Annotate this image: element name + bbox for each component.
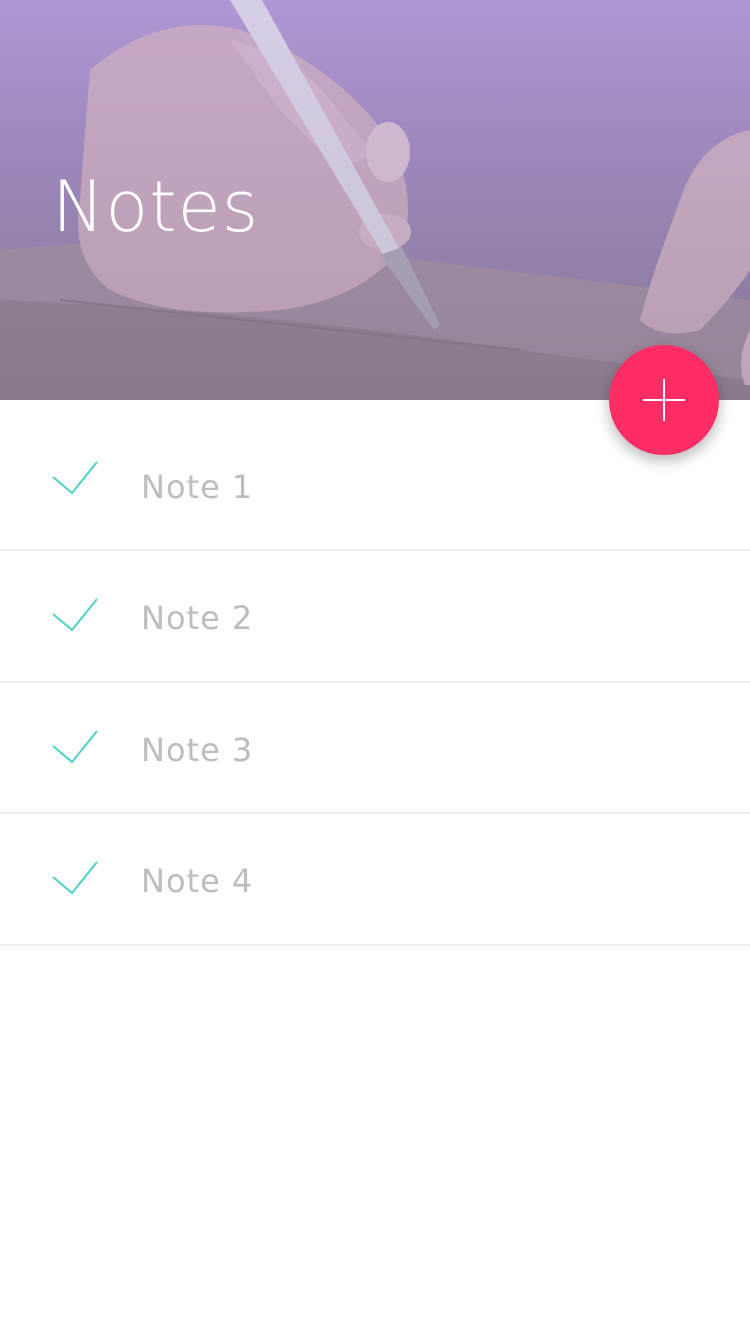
add-note-button[interactable] — [609, 345, 719, 455]
note-label: Note 1 — [141, 468, 254, 506]
check-icon — [52, 861, 98, 895]
header-banner: Notes — [0, 0, 750, 400]
check-icon — [52, 598, 98, 632]
check-icon — [52, 729, 98, 763]
note-label: Note 4 — [141, 862, 254, 900]
note-label: Note 2 — [141, 599, 254, 637]
page-title: Notes — [52, 166, 260, 248]
note-row[interactable]: Note 4 — [0, 814, 750, 946]
note-label: Note 3 — [141, 730, 254, 769]
notes-list: Note 1 Note 2 Note 3 Note 4 — [0, 400, 750, 946]
check-icon — [52, 461, 98, 495]
notes-screen: Notes Note 1 Note 2 Note 3 Note 4 — [0, 0, 750, 1335]
plus-icon — [643, 379, 685, 421]
note-row[interactable]: Note 2 — [0, 551, 750, 683]
note-row[interactable]: Note 3 — [0, 683, 750, 814]
